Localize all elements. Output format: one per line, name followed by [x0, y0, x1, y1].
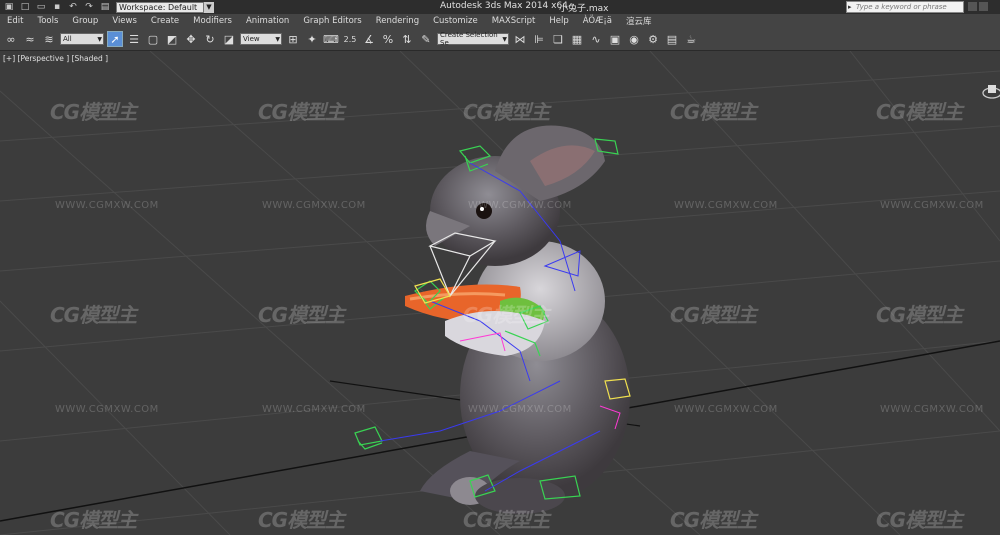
menu-maxscript[interactable]: MAXScript — [485, 16, 543, 26]
chevron-down-icon: ▼ — [275, 35, 280, 43]
edit-named-selection-icon[interactable]: ✎ — [418, 31, 434, 47]
graphite-toggle-icon[interactable]: ▦ — [569, 31, 585, 47]
reference-coord-dropdown[interactable]: View ▼ — [240, 33, 282, 45]
menu-customize[interactable]: Customize — [426, 16, 485, 26]
menu-edit[interactable]: Edit — [0, 16, 30, 26]
align-icon[interactable]: ⊫ — [531, 31, 547, 47]
watermark-logo: CG模型主 — [258, 100, 345, 124]
file-name: 小兔子.max — [559, 4, 609, 14]
watermark-url: WWW.CGMXW.COM — [55, 200, 159, 211]
menu-bar: Edit Tools Group Views Create Modifiers … — [0, 14, 1000, 28]
workspace-dropdown[interactable]: Workspace: Default — [116, 1, 204, 13]
selection-filter-value: All — [63, 35, 72, 43]
app-title: Autodesk 3ds Max 2014 x64 — [440, 1, 568, 11]
watermark-logo: CG模型主 — [50, 508, 137, 532]
watermark-logo: CG模型主 — [463, 100, 550, 124]
menu-group[interactable]: Group — [65, 16, 105, 26]
watermark-logo: CG模型主 — [876, 303, 963, 327]
watermark-url: WWW.CGMXW.COM — [468, 200, 572, 211]
watermark-logo: CG模型主 — [670, 303, 757, 327]
select-manipulate-icon[interactable]: ✦ — [304, 31, 320, 47]
viewcube-icon[interactable] — [980, 81, 1000, 101]
viewport-label[interactable]: [+] [Perspective ] [Shaded ] — [3, 54, 108, 63]
move-icon[interactable]: ✥ — [183, 31, 199, 47]
main-toolbar: ∞ ≈ ≋ All ▼ ➚ ☰ ▢ ◩ ✥ ↻ ◪ View ▼ ⊞ ✦ ⌨ 2… — [0, 28, 1000, 51]
watermark-logo: CG模型主 — [670, 508, 757, 532]
watermark-logo: CG模型主 — [50, 303, 137, 327]
new-file-icon[interactable]: □ — [18, 1, 32, 13]
link-icon[interactable]: ∞ — [3, 31, 19, 47]
reference-coord-value: View — [243, 35, 260, 43]
render-setup-icon[interactable]: ⚙ — [645, 31, 661, 47]
pivot-center-icon[interactable]: ⊞ — [285, 31, 301, 47]
chevron-down-icon[interactable]: ▼ — [204, 1, 214, 13]
angle-snap-icon[interactable]: ∡ — [361, 31, 377, 47]
menu-render-cloud[interactable]: 渲云库 — [619, 15, 659, 27]
help-icon[interactable] — [979, 2, 988, 11]
schematic-view-icon[interactable]: ▣ — [607, 31, 623, 47]
watermark-url: WWW.CGMXW.COM — [880, 404, 984, 415]
menu-rendering[interactable]: Rendering — [369, 16, 426, 26]
menu-create[interactable]: Create — [144, 16, 186, 26]
watermark-url: WWW.CGMXW.COM — [262, 404, 366, 415]
layer-manager-icon[interactable]: ❏ — [550, 31, 566, 47]
named-selection-dropdown[interactable]: Create Selection Se ▼ — [437, 31, 509, 47]
watermark-url: WWW.CGMXW.COM — [468, 404, 572, 415]
perspective-viewport[interactable]: [+] [Perspective ] [Shaded ] CG模型主 CG模型主… — [0, 51, 1000, 535]
watermark-url: WWW.CGMXW.COM — [880, 200, 984, 211]
percent-snap-icon[interactable]: % — [380, 31, 396, 47]
watermark-logo: CG模型主 — [258, 508, 345, 532]
scale-icon[interactable]: ◪ — [221, 31, 237, 47]
select-by-name-icon[interactable]: ☰ — [126, 31, 142, 47]
chevron-down-icon: ▼ — [97, 35, 102, 43]
spinner-snap-icon[interactable]: ⇅ — [399, 31, 415, 47]
search-placeholder: Type a keyword or phrase — [856, 3, 947, 11]
watermark-logo: CG模型主 — [463, 303, 550, 327]
watermark-logo: CG模型主 — [50, 100, 137, 124]
mirror-icon[interactable]: ⋈ — [512, 31, 528, 47]
watermark-url: WWW.CGMXW.COM — [262, 200, 366, 211]
search-icon[interactable] — [968, 2, 977, 11]
bind-space-warp-icon[interactable]: ≋ — [41, 31, 57, 47]
unlink-icon[interactable]: ≈ — [22, 31, 38, 47]
search-input[interactable]: ▸ Type a keyword or phrase — [846, 1, 964, 13]
window-controls — [968, 2, 988, 11]
watermark-logo: CG模型主 — [876, 100, 963, 124]
rendered-frame-icon[interactable]: ▤ — [664, 31, 680, 47]
redo-icon[interactable]: ↷ — [82, 1, 96, 13]
material-editor-icon[interactable]: ◉ — [626, 31, 642, 47]
search-arrow-icon: ▸ — [848, 3, 852, 11]
chevron-down-icon: ▼ — [502, 35, 507, 43]
menu-plugin[interactable]: ÀÖÆ¡ä — [576, 16, 619, 26]
curve-editor-icon[interactable]: ∿ — [588, 31, 604, 47]
menu-animation[interactable]: Animation — [239, 16, 296, 26]
menu-tools[interactable]: Tools — [30, 16, 65, 26]
undo-icon[interactable]: ↶ — [66, 1, 80, 13]
save-file-icon[interactable]: ▪ — [50, 1, 64, 13]
rectangular-selection-icon[interactable]: ▢ — [145, 31, 161, 47]
watermark-url: WWW.CGMXW.COM — [674, 200, 778, 211]
rotate-icon[interactable]: ↻ — [202, 31, 218, 47]
title-bar: ▣ □ ▭ ▪ ↶ ↷ ▤ Workspace: Default ▼ Autod… — [0, 0, 1000, 14]
menu-help[interactable]: Help — [542, 16, 575, 26]
menu-views[interactable]: Views — [105, 16, 144, 26]
menu-modifiers[interactable]: Modifiers — [186, 16, 239, 26]
app-menu-icon[interactable]: ▣ — [2, 1, 16, 13]
project-folder-icon[interactable]: ▤ — [98, 1, 112, 13]
watermark-logo: CG模型主 — [876, 508, 963, 532]
watermark-logo: CG模型主 — [670, 100, 757, 124]
snaps-toggle-icon[interactable]: 2.5 — [342, 31, 358, 47]
open-file-icon[interactable]: ▭ — [34, 1, 48, 13]
window-crossing-icon[interactable]: ◩ — [164, 31, 180, 47]
menu-graph-editors[interactable]: Graph Editors — [296, 16, 368, 26]
named-selection-value: Create Selection Se — [440, 31, 498, 47]
watermark-url: WWW.CGMXW.COM — [674, 404, 778, 415]
select-object-icon[interactable]: ➚ — [107, 31, 123, 47]
watermark-logo: CG模型主 — [463, 508, 550, 532]
selection-filter-dropdown[interactable]: All ▼ — [60, 33, 104, 45]
keyboard-shortcut-icon[interactable]: ⌨ — [323, 31, 339, 47]
render-production-icon[interactable]: ☕ — [683, 31, 699, 47]
watermark-logo: CG模型主 — [258, 303, 345, 327]
watermark-url: WWW.CGMXW.COM — [55, 404, 159, 415]
